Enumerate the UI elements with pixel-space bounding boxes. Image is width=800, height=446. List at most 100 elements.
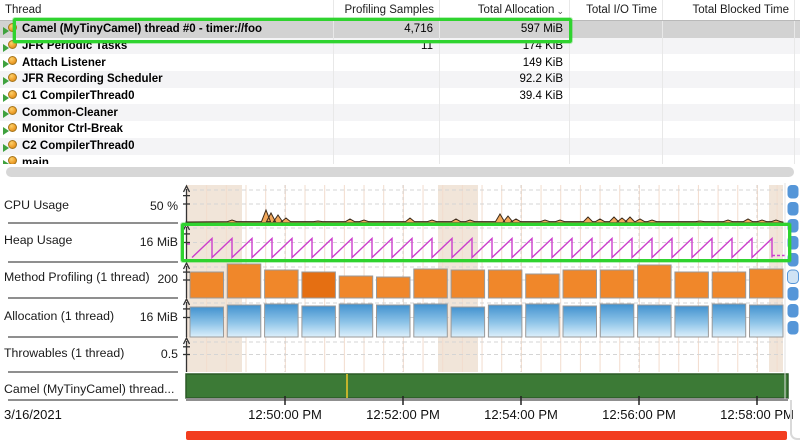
- thread-name: Camel (MyTinyCamel) thread #0 - timer://…: [22, 23, 262, 35]
- table-row[interactable]: C1 CompilerThread0 39.4 KiB: [0, 88, 800, 105]
- method-profiling-bar: [675, 272, 709, 298]
- table-row[interactable]: Monitor Ctrl-Break: [0, 121, 800, 138]
- row-scroll-pill[interactable]: [788, 253, 799, 267]
- thread-icon: [3, 140, 20, 153]
- table-row[interactable]: Common-Cleaner: [0, 104, 800, 121]
- column-header-1[interactable]: Profiling Samples: [334, 0, 440, 20]
- thread-table: ThreadProfiling SamplesTotal Allocation⌄…: [0, 0, 800, 164]
- profiling-samples-cell: [334, 155, 440, 165]
- profiling-samples-cell: [334, 71, 440, 88]
- row-scroll-pill[interactable]: [788, 270, 799, 284]
- thread-name: C1 CompilerThread0: [22, 90, 134, 102]
- total-allocation-cell: 39.4 KiB: [440, 88, 570, 105]
- total-blocked-time-cell: [663, 155, 795, 165]
- filler-cell: [795, 71, 800, 88]
- thread-table-body: Camel (MyTinyCamel) thread #0 - timer://…: [0, 21, 800, 164]
- column-header-label: Total Allocation: [478, 4, 555, 16]
- thread-name-cell: main: [0, 155, 334, 165]
- row-scroll-pill[interactable]: [788, 287, 799, 301]
- total-allocation-cell: [440, 121, 570, 138]
- table-row[interactable]: Camel (MyTinyCamel) thread #0 - timer://…: [0, 21, 800, 38]
- row-scroll-pill[interactable]: [788, 219, 799, 233]
- thread-name-cell: JFR Periodic Tasks: [0, 38, 334, 55]
- filler-cell: [795, 54, 800, 71]
- total-allocation-cell: [440, 138, 570, 155]
- timeline-range-scrollbar[interactable]: [186, 431, 787, 440]
- profiling-samples-cell: [334, 121, 440, 138]
- filler-cell: [795, 38, 800, 55]
- thread-name-cell: Camel (MyTinyCamel) thread #0 - timer://…: [0, 21, 334, 38]
- total-blocked-time-cell: [663, 138, 795, 155]
- total-allocation-cell: [440, 104, 570, 121]
- gc-band: [438, 185, 478, 372]
- column-header-label: Total I/O Time: [586, 4, 657, 16]
- gc-band: [186, 185, 242, 372]
- profiling-samples-cell: [334, 54, 440, 71]
- method-profiling-bar: [302, 272, 336, 298]
- total-blocked-time-cell: [663, 21, 795, 38]
- allocation-bar: [638, 305, 672, 337]
- total-blocked-time-cell: [663, 104, 795, 121]
- thread-name: Monitor Ctrl-Break: [22, 123, 123, 135]
- total-blocked-time-cell: [663, 54, 795, 71]
- method-profiling-bar: [227, 264, 260, 298]
- date-label: 3/16/2021: [4, 407, 62, 422]
- column-header-0[interactable]: Thread: [0, 0, 334, 20]
- thread-icon: [3, 123, 20, 136]
- column-header-4[interactable]: Total Blocked Time: [663, 0, 795, 20]
- axis-arrow: [184, 299, 190, 305]
- total-io-time-cell: [570, 155, 663, 165]
- timeline-row-separator: [8, 222, 178, 224]
- thread-orb-icon: [8, 73, 17, 82]
- thread-orb-icon: [8, 23, 17, 32]
- method-profiling-bar: [414, 269, 448, 298]
- row-scroll-pill[interactable]: [788, 236, 799, 250]
- method-profiling-bar: [451, 270, 485, 298]
- column-header-3[interactable]: Total I/O Time: [570, 0, 663, 20]
- row-scroll-pill[interactable]: [788, 321, 799, 335]
- thread-table-header: ThreadProfiling SamplesTotal Allocation⌄…: [0, 0, 800, 21]
- thread-name-cell: Common-Cleaner: [0, 104, 334, 121]
- total-allocation-cell: 597 MiB: [440, 21, 570, 38]
- timeline-row-scale-value-4: 0.5: [118, 347, 178, 361]
- timeline-row-separator: [8, 399, 178, 401]
- table-row[interactable]: JFR Periodic Tasks11174 KiB: [0, 38, 800, 55]
- total-io-time-cell: [570, 121, 663, 138]
- row-scroll-pill[interactable]: [788, 202, 799, 216]
- allocation-bar: [451, 307, 485, 337]
- allocation-bar: [190, 307, 224, 337]
- thread-icon: [3, 73, 20, 86]
- method-profiling-bar: [488, 270, 522, 298]
- timeline-row-label-4: Throwables (1 thread): [4, 346, 124, 360]
- total-allocation-cell: 92.2 KiB: [440, 71, 570, 88]
- table-horizontal-scrollbar[interactable]: [6, 167, 794, 177]
- timeline-row-separator: [8, 261, 178, 263]
- column-header-label: Total Blocked Time: [692, 4, 789, 16]
- total-io-time-cell: [570, 138, 663, 155]
- thread-name-cell: Monitor Ctrl-Break: [0, 121, 334, 138]
- method-profiling-bar: [750, 269, 784, 298]
- filler-cell: [795, 155, 800, 165]
- thread-orb-icon: [8, 40, 17, 49]
- thread-name: Common-Cleaner: [22, 107, 118, 119]
- row-scroll-pill[interactable]: [788, 185, 799, 199]
- row-scroll-pill[interactable]: [788, 304, 799, 318]
- table-row[interactable]: Attach Listener149 KiB: [0, 54, 800, 71]
- table-row[interactable]: main: [0, 155, 800, 165]
- table-row[interactable]: C2 CompilerThread0: [0, 138, 800, 155]
- total-blocked-time-cell: [663, 38, 795, 55]
- thread-name: JFR Recording Scheduler: [22, 73, 163, 85]
- cpu-usage-series: [186, 210, 783, 223]
- method-profiling-bar: [638, 265, 672, 298]
- thread-orb-icon: [8, 106, 17, 115]
- time-tick-label-0: 12:50:00 PM: [230, 407, 340, 422]
- allocation-bar: [265, 304, 299, 337]
- timeline-row-separator: [8, 371, 178, 373]
- time-tick-label-1: 12:52:00 PM: [348, 407, 458, 422]
- total-io-time-cell: [570, 54, 663, 71]
- timeline-row-scale-value-1: 16 MiB: [118, 235, 178, 249]
- table-row[interactable]: JFR Recording Scheduler 92.2 KiB: [0, 71, 800, 88]
- axis-arrow: [184, 263, 190, 269]
- column-header-filler: [795, 0, 800, 20]
- column-header-2[interactable]: Total Allocation⌄: [440, 0, 570, 20]
